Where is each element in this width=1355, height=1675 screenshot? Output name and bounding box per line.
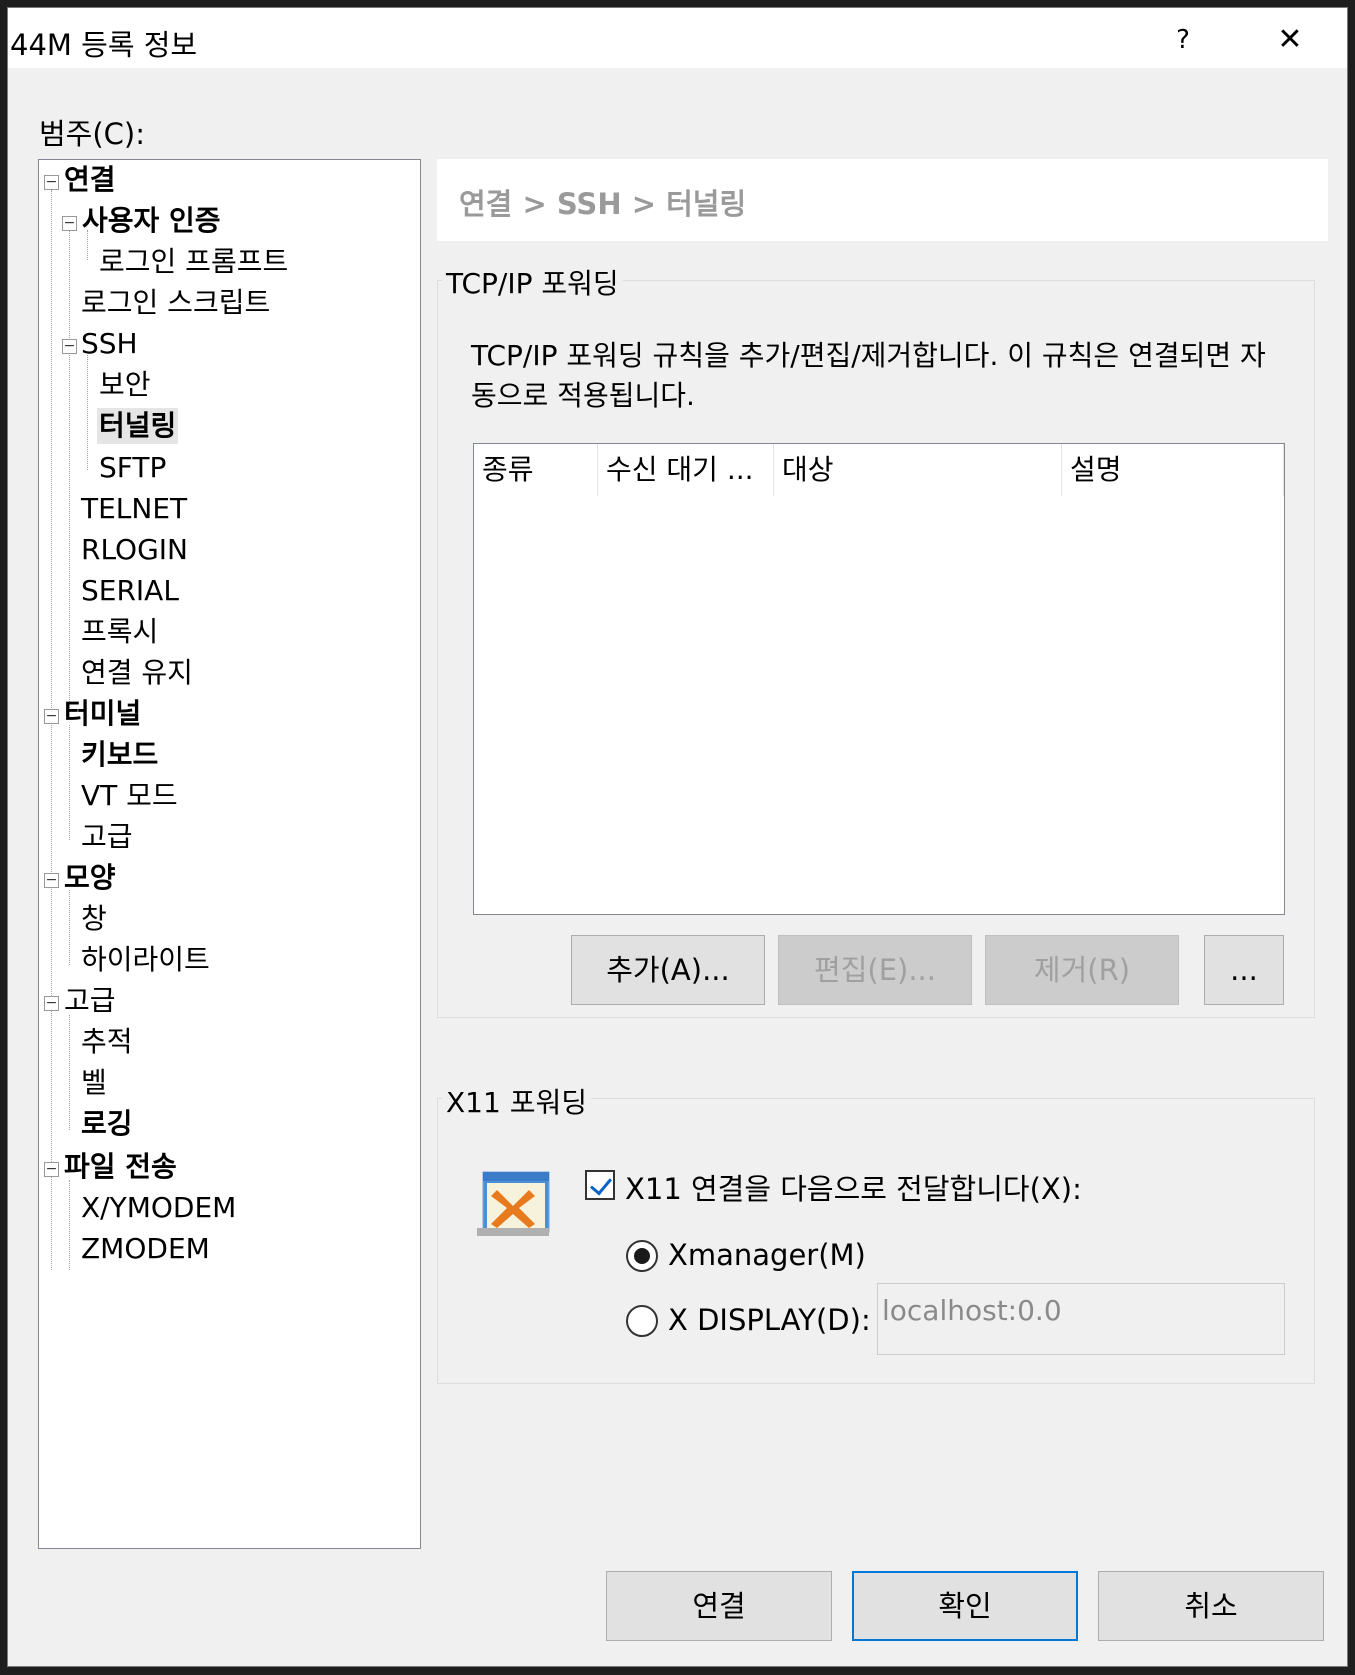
expand-appearance-icon[interactable]: − — [44, 873, 59, 888]
xdisplay-label[interactable]: X DISPLAY(D): — [668, 1303, 871, 1337]
forwarding-rules-list[interactable]: 종류 수신 대기 ... 대상 설명 — [473, 443, 1285, 915]
tree-item-advanced[interactable]: 고급 — [62, 983, 118, 1019]
tree-item-user-auth[interactable]: 사용자 인증 — [80, 203, 223, 239]
breadcrumb: 연결 > SSH > 터널링 — [459, 187, 747, 221]
tree-item-sftp[interactable]: SFTP — [97, 450, 168, 486]
tree-item-logging[interactable]: 로깅 — [79, 1106, 135, 1142]
tree-item-file-transfer[interactable]: 파일 전송 — [62, 1149, 179, 1185]
connect-button[interactable]: 연결 — [606, 1571, 832, 1641]
tree-item-login-prompt[interactable]: 로그인 프롬프트 — [97, 244, 290, 280]
add-rule-button[interactable]: 추가(A)... — [571, 935, 765, 1005]
expand-connection-icon[interactable]: − — [44, 175, 59, 190]
title-bar: 44M 등록 정보 ? ✕ — [8, 8, 1347, 68]
xdisplay-radio[interactable] — [626, 1305, 658, 1337]
xmanager-radio[interactable] — [626, 1240, 658, 1272]
edit-rule-button[interactable]: 편집(E)... — [778, 935, 972, 1005]
close-button[interactable]: ✕ — [1270, 20, 1310, 60]
properties-dialog: 44M 등록 정보 ? ✕ 범주(C): − 연결 − 사용자 인증 로그인 프… — [7, 7, 1348, 1667]
tree-item-terminal[interactable]: 터미널 — [62, 696, 143, 732]
tree-item-zmodem[interactable]: ZMODEM — [79, 1231, 212, 1267]
help-button[interactable]: ? — [1163, 20, 1203, 60]
category-label: 범주(C): — [39, 117, 146, 151]
tree-item-tunneling[interactable]: 터널링 — [97, 408, 179, 444]
expand-terminal-icon[interactable]: − — [44, 709, 59, 724]
column-header-description[interactable]: 설명 — [1062, 444, 1284, 496]
cancel-button[interactable]: 취소 — [1098, 1571, 1324, 1641]
category-tree[interactable]: − 연결 − 사용자 인증 로그인 프롬프트 로그인 스크립트 − SSH 보안… — [38, 159, 421, 1549]
tree-item-window[interactable]: 창 — [79, 901, 109, 937]
column-header-type[interactable]: 종류 — [474, 444, 598, 496]
window-title: 44M 등록 정보 — [10, 28, 198, 62]
tree-item-connection[interactable]: 연결 — [62, 162, 118, 198]
x11-forward-label[interactable]: X11 연결을 다음으로 전달합니다(X): — [625, 1166, 1082, 1208]
expand-user-auth-icon[interactable]: − — [62, 216, 77, 231]
tcpip-group-title: TCP/IP 포워딩 — [442, 262, 623, 302]
tree-item-highlight[interactable]: 하이라이트 — [79, 942, 212, 978]
more-options-button[interactable]: ... — [1204, 935, 1284, 1005]
xmanager-icon — [477, 1171, 550, 1236]
expand-file-transfer-icon[interactable]: − — [44, 1162, 59, 1177]
xmanager-label[interactable]: Xmanager(M) — [668, 1238, 866, 1272]
tree-item-telnet[interactable]: TELNET — [79, 491, 189, 527]
ok-button[interactable]: 확인 — [852, 1571, 1078, 1641]
tree-item-keyboard[interactable]: 키보드 — [79, 737, 160, 773]
tree-item-appearance[interactable]: 모양 — [62, 860, 118, 896]
tree-item-rlogin[interactable]: RLOGIN — [79, 532, 190, 568]
x11-group-title: X11 포워딩 — [442, 1081, 591, 1121]
tree-item-serial[interactable]: SERIAL — [79, 573, 181, 609]
tree-item-proxy[interactable]: 프록시 — [79, 614, 160, 650]
tree-item-trace[interactable]: 추적 — [79, 1024, 135, 1060]
tree-item-vt-mode[interactable]: VT 모드 — [79, 778, 180, 814]
column-header-listen[interactable]: 수신 대기 ... — [598, 444, 774, 496]
tree-item-xymodem[interactable]: X/YMODEM — [79, 1190, 238, 1226]
remove-rule-button[interactable]: 제거(R) — [985, 935, 1179, 1005]
tree-item-login-script[interactable]: 로그인 스크립트 — [79, 285, 272, 321]
breadcrumb-panel: 연결 > SSH > 터널링 — [437, 159, 1328, 241]
expand-advanced-icon[interactable]: − — [44, 996, 59, 1011]
xdisplay-input[interactable]: localhost:0.0 — [877, 1283, 1285, 1355]
tree-item-keepalive[interactable]: 연결 유지 — [79, 655, 195, 691]
tree-item-bell[interactable]: 벨 — [79, 1065, 109, 1101]
tree-item-ssh[interactable]: SSH — [79, 326, 140, 362]
expand-ssh-icon[interactable]: − — [62, 339, 77, 354]
tcpip-description: TCP/IP 포워딩 규칙을 추가/편집/제거합니다. 이 규칙은 연결되면 자… — [471, 339, 1266, 412]
x11-forward-checkbox[interactable] — [585, 1170, 615, 1200]
tree-item-terminal-advanced[interactable]: 고급 — [79, 819, 135, 855]
tree-item-security[interactable]: 보안 — [97, 367, 153, 403]
column-header-destination[interactable]: 대상 — [774, 444, 1062, 496]
